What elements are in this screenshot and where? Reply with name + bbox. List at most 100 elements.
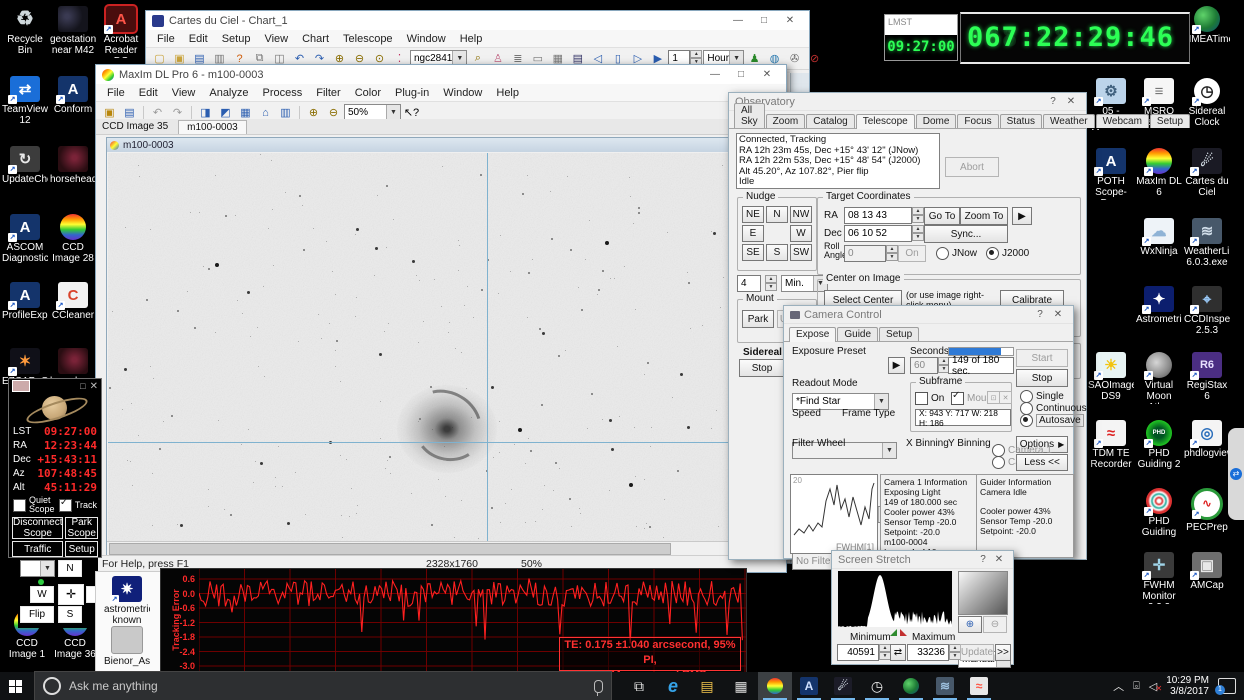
start-button[interactable] <box>0 672 30 700</box>
histogram[interactable] <box>838 571 952 627</box>
desktop-icon-phdlogview[interactable]: ◎↗phdlogview <box>1184 420 1230 459</box>
zoom-in-button[interactable]: ⊕ <box>958 616 982 633</box>
preset-arrow-button[interactable]: ▶ <box>888 357 905 374</box>
tab-zoom[interactable]: Zoom <box>766 114 806 128</box>
cartes-titlebar[interactable]: Cartes du Ciel - Chart_1 — □ ✕ <box>146 11 809 30</box>
step-spinner[interactable]: ▲▼ <box>690 50 702 65</box>
tray-clock[interactable]: 10:29 PM 3/8/2017 <box>1166 675 1209 697</box>
nudge-e-button[interactable]: E <box>742 225 764 242</box>
tab-weather[interactable]: Weather <box>1043 114 1095 128</box>
task-view-icon[interactable]: ⧉ <box>622 672 656 700</box>
close-button[interactable]: ✕ <box>754 66 780 83</box>
maximize-button[interactable]: □ <box>751 12 777 29</box>
quiet-scope-checkbox[interactable] <box>13 499 26 512</box>
close-button[interactable]: ✕ <box>1049 306 1067 323</box>
network-icon[interactable]: ⌻ <box>1133 680 1140 693</box>
desktop-icon-wxninja[interactable]: ☁↗WxNinja <box>1136 218 1182 257</box>
tab-webcam[interactable]: Webcam <box>1096 114 1149 128</box>
menu-file[interactable]: File <box>100 86 132 100</box>
nudge-step-input[interactable]: 4 <box>737 275 761 292</box>
ra-input[interactable]: 08 13 43 <box>844 207 912 224</box>
help-button[interactable]: ? <box>1031 306 1049 323</box>
close-button[interactable]: ✕ <box>90 381 98 392</box>
sync-button[interactable]: Sync... <box>924 225 1008 243</box>
horizontal-scrollbar[interactable]: ▶ <box>107 541 762 555</box>
desktop-icon-recycle-bin[interactable]: ♻Recycle Bin <box>2 6 48 56</box>
desktop-icon-ascom-diagnostics[interactable]: A↗ASCOM Diagnostics <box>2 214 48 264</box>
minimize-button[interactable]: — <box>725 12 751 29</box>
nudge-north-button[interactable]: N <box>58 560 82 577</box>
track-checkbox[interactable] <box>59 499 72 512</box>
menu-window[interactable]: Window <box>400 32 453 46</box>
desktop-icon-sidereal-clock[interactable]: ◷↗Sidereal Clock <box>1184 78 1230 128</box>
tdm-recorder-icon[interactable]: ≈ <box>962 672 996 700</box>
observatory-titlebar[interactable]: Observatory ? ✕ <box>729 93 1086 111</box>
minimize-button[interactable]: — <box>702 66 728 83</box>
abort-button[interactable]: Abort <box>945 157 999 177</box>
maxim-dl-icon[interactable] <box>758 672 792 700</box>
desktop-icon-nmeatime[interactable]: ↗NMEATime <box>1184 6 1230 45</box>
ra-spinner[interactable]: ▲▼ <box>912 207 924 222</box>
desktop-icon-phd-guiding-2[interactable]: PHD↗PHD Guiding 2 <box>1136 420 1182 470</box>
maximize-button[interactable]: □ <box>728 66 754 83</box>
drag-hand-icon[interactable]: ✛ <box>58 584 84 605</box>
desktop-icon-phd-guiding[interactable]: ↗PHD Guiding <box>1136 488 1182 538</box>
desktop-icon-ccleaner[interactable]: C↗CCleaner <box>50 282 96 321</box>
jnow-radio[interactable] <box>936 247 949 260</box>
roll-on-button[interactable]: On <box>898 245 926 262</box>
tab-m100-0003[interactable]: m100-0003 <box>178 120 247 134</box>
autosave-radio[interactable] <box>1020 414 1033 427</box>
menu-help[interactable]: Help <box>489 86 526 100</box>
nudge-s-button[interactable]: S <box>766 244 788 261</box>
nudge-se-button[interactable]: SE <box>742 244 764 261</box>
ascom-icon[interactable]: A <box>792 672 826 700</box>
desktop-icon-conform[interactable]: A↗Conform <box>50 76 96 115</box>
desktop-icon-amcap[interactable]: ▣↗AMCap <box>1184 552 1230 591</box>
desktop-icon-bienor-astr[interactable]: Bienor_Astr... <box>104 626 150 667</box>
speaker-muted-icon[interactable]: ◁✕ <box>1149 680 1157 693</box>
camera-control-titlebar[interactable]: Camera Control ? ✕ <box>784 306 1073 324</box>
desktop-icon-ccdinspec-2-5-3[interactable]: ⌖↗CCDInspec... 2.5.3 <box>1184 286 1230 336</box>
stop-button[interactable]: Stop <box>1016 369 1068 387</box>
park-scope-button[interactable]: Park Scope <box>65 517 98 539</box>
menu-telescope[interactable]: Telescope <box>336 32 400 46</box>
help-button[interactable]: ? <box>1044 93 1062 110</box>
file-explorer-icon[interactable]: ▤ <box>690 672 724 700</box>
maximum-input[interactable]: 33236 <box>907 644 949 661</box>
desktop-icon-astrometrica-known-obje[interactable]: ✷↗astrometrica known obje... <box>104 576 150 628</box>
menu-analyze[interactable]: Analyze <box>202 86 255 100</box>
menu-help[interactable]: Help <box>453 32 490 46</box>
taskbar-search[interactable]: Ask me anything <box>34 671 612 700</box>
edge-icon[interactable]: e <box>656 672 690 700</box>
close-button[interactable]: ✕ <box>777 12 803 29</box>
camera2-radio[interactable] <box>992 456 1005 469</box>
desktop-icon-fwhm-monitor-2-2-2[interactable]: ✛↗FWHM Monitor 2.2.2 <box>1136 552 1182 604</box>
tab-setup[interactable]: Setup <box>1150 114 1190 128</box>
zoomto-button[interactable]: Zoom To <box>960 207 1008 225</box>
tab-status[interactable]: Status <box>1000 114 1042 128</box>
update-button[interactable]: Update <box>960 644 994 661</box>
setup-button[interactable]: Setup <box>65 541 98 557</box>
menu-setup[interactable]: Setup <box>215 32 258 46</box>
flip-button[interactable]: Flip <box>20 606 54 623</box>
menu-file[interactable]: File <box>150 32 182 46</box>
roll-angle-input[interactable]: 0 <box>844 245 886 262</box>
screen-stretch-titlebar[interactable]: Screen Stretch ? ✕ <box>832 551 1013 569</box>
dec-spinner[interactable]: ▲▼ <box>912 225 924 240</box>
desktop-icon-maxim-dl-6[interactable]: ↗MaxIm DL 6 <box>1136 148 1182 198</box>
teamviewer-side-tab[interactable]: ⇄ <box>1228 428 1244 520</box>
minimum-marker[interactable] <box>890 629 897 636</box>
help-button[interactable]: ? <box>975 551 991 568</box>
desktop-icon-registax-6[interactable]: R6↗RegiStax 6 <box>1184 352 1230 402</box>
menu-window[interactable]: Window <box>436 86 489 100</box>
tab-focus[interactable]: Focus <box>957 114 998 128</box>
swap-button[interactable]: ⇄ <box>890 644 906 661</box>
minimize-button[interactable]: □ <box>80 381 85 391</box>
nmea-time-icon[interactable] <box>894 672 928 700</box>
telescope-icon[interactable]: ✇ <box>785 49 804 68</box>
zoom-out-button[interactable]: ⊖ <box>983 616 1007 633</box>
menu-color[interactable]: Color <box>348 86 388 100</box>
traffic-button[interactable]: Traffic <box>12 541 63 557</box>
desktop-icon-horsehead4[interactable]: horsehead4... <box>50 146 96 185</box>
tab-telescope[interactable]: Telescope <box>856 114 915 129</box>
